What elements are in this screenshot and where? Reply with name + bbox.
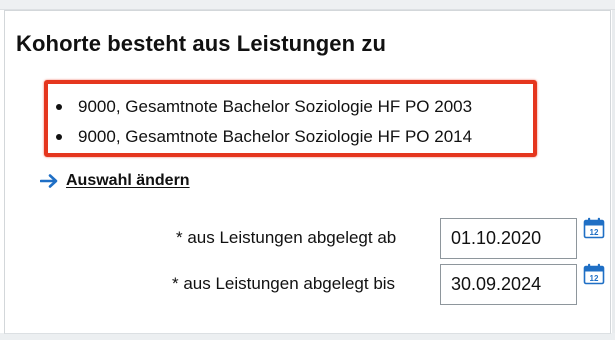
- list-item: 9000, Gesamtnote Bachelor Soziologie HF …: [54, 122, 472, 152]
- until-date-label: * aus Leistungen abgelegt bis: [172, 274, 396, 293]
- until-date-input[interactable]: [440, 264, 577, 305]
- calendar-icon-day: 12: [590, 274, 599, 283]
- bottom-strip: [0, 333, 615, 340]
- from-date-label: * aus Leistungen abgelegt ab: [176, 228, 397, 247]
- top-strip: [0, 0, 615, 10]
- list-item-label: 9000, Gesamtnote Bachelor Soziologie HF …: [78, 127, 473, 146]
- until-date-row: * aus Leistungen abgelegt bis: [172, 274, 395, 294]
- change-selection-label: Auswahl ändern: [66, 172, 190, 189]
- from-date-input[interactable]: [440, 218, 577, 259]
- bullet-icon: [56, 134, 62, 140]
- calendar-icon[interactable]: 12: [583, 263, 605, 285]
- list-item-label: 9000, Gesamtnote Bachelor Soziologie HF …: [78, 97, 473, 116]
- selected-items-list: 9000, Gesamtnote Bachelor Soziologie HF …: [54, 92, 472, 152]
- cohort-title: Kohorte besteht aus Leistungen zu: [16, 31, 386, 56]
- bullet-icon: [56, 104, 62, 110]
- selected-items-highlight: 9000, Gesamtnote Bachelor Soziologie HF …: [44, 80, 537, 157]
- arrow-right-icon: [40, 174, 58, 188]
- calendar-icon-day: 12: [590, 228, 599, 237]
- calendar-icon[interactable]: 12: [583, 217, 605, 239]
- list-item: 9000, Gesamtnote Bachelor Soziologie HF …: [54, 92, 472, 122]
- change-selection-link[interactable]: Auswahl ändern: [40, 172, 190, 190]
- from-date-row: * aus Leistungen abgelegt ab: [176, 228, 396, 248]
